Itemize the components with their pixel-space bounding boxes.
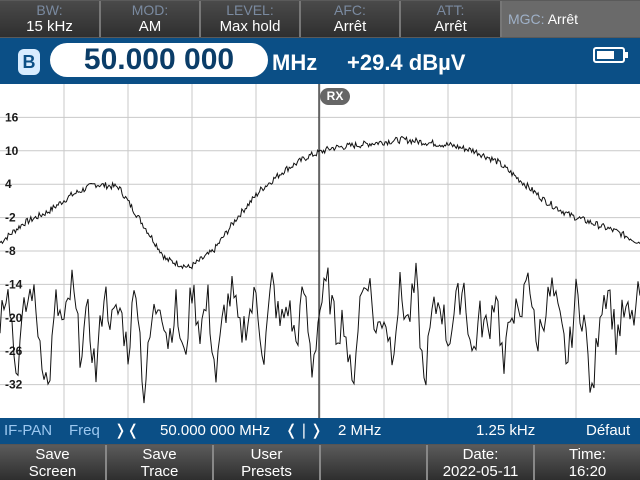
- mod-value: AM: [138, 18, 162, 35]
- y-tick-label: 16: [5, 110, 19, 124]
- bw-label: BW:: [36, 2, 63, 18]
- att-label: ATT:: [436, 2, 465, 18]
- softkey-bar: Save Screen Save Trace User Presets Date…: [0, 444, 640, 480]
- bw-setting[interactable]: BW: 15 kHz: [0, 1, 101, 37]
- att-setting[interactable]: ATT: Arrêt: [401, 1, 502, 37]
- center-frequency-icon: ❭❬: [114, 422, 140, 439]
- frequency-bar: B 50.000 000 MHz +29.4 dBµV: [0, 38, 640, 84]
- softkey-line2: 16:20: [568, 463, 607, 480]
- spectrum-plot[interactable]: 16 10 4 -2 -8 -14 -20 -26 -32 RX: [0, 84, 640, 418]
- info-bar: IF-PAN Freq ❭❬ 50.000 000 MHz ❬❘❭ 2 MHz …: [0, 418, 640, 444]
- mgc-value: Arrêt: [547, 11, 579, 27]
- softkey-line2: Presets: [241, 463, 292, 480]
- save-trace-button[interactable]: Save Trace: [107, 445, 214, 480]
- y-tick-label: -20: [5, 311, 23, 325]
- span-value: 2 MHz: [338, 422, 382, 439]
- y-tick-label: 10: [5, 144, 19, 158]
- param-label[interactable]: Freq: [69, 418, 100, 444]
- frequency-unit: MHz: [272, 50, 318, 75]
- battery-icon: [593, 47, 628, 63]
- save-screen-button[interactable]: Save Screen: [0, 445, 107, 480]
- y-tick-label: -2: [5, 211, 16, 225]
- level-value: Max hold: [219, 18, 281, 35]
- softkey-line1: User: [250, 446, 283, 463]
- level-readout: +29.4 dBµV: [347, 50, 466, 75]
- level-setting[interactable]: LEVEL: Max hold: [201, 1, 301, 37]
- center-frequency-value: 50.000 000 MHz: [160, 422, 271, 439]
- softkey-line1: Save: [35, 446, 70, 463]
- att-value: Arrêt: [434, 18, 467, 35]
- softkey-line2: 2022-05-11: [442, 463, 519, 480]
- empty-softkey[interactable]: [321, 445, 428, 480]
- span-icon: ❬❘❭: [285, 422, 323, 439]
- softkey-line2: Trace: [140, 463, 179, 480]
- mod-setting[interactable]: MOD: AM: [101, 1, 201, 37]
- channel-badge[interactable]: B: [18, 49, 40, 75]
- level-label: LEVEL:: [226, 2, 274, 18]
- y-tick-label: -8: [5, 244, 16, 258]
- user-presets-button[interactable]: User Presets: [214, 445, 321, 480]
- receiver-screen: BW: 15 kHz MOD: AM LEVEL: Max hold AFC: …: [0, 0, 640, 480]
- mgc-setting[interactable]: MGC: Arrêt: [502, 1, 640, 37]
- softkey-line1: Time:: [569, 446, 606, 463]
- softkey-line1: Date:: [462, 446, 499, 463]
- battery-fill: [597, 51, 614, 59]
- afc-label: AFC:: [334, 2, 366, 18]
- softkey-line1: Save: [142, 446, 177, 463]
- mod-label: MOD:: [131, 2, 169, 18]
- status-bar: BW: 15 kHz MOD: AM LEVEL: Max hold AFC: …: [0, 0, 640, 38]
- afc-value: Arrêt: [333, 18, 367, 35]
- mgc-label: MGC:: [508, 11, 545, 27]
- softkey-line2: Screen: [28, 463, 77, 480]
- y-tick-label: 4: [5, 177, 12, 191]
- spectrum-chart: 16104-2-8-14-20-26-32: [0, 84, 640, 418]
- date-softkey[interactable]: Date: 2022-05-11: [428, 445, 535, 480]
- step-value: 1.25 kHz: [476, 422, 536, 439]
- bw-value: 15 kHz: [26, 18, 73, 35]
- afc-setting[interactable]: AFC: Arrêt: [301, 1, 401, 37]
- mode-label[interactable]: IF-PAN: [4, 418, 52, 444]
- y-tick-label: -32: [5, 378, 23, 392]
- time-softkey[interactable]: Time: 16:20: [535, 445, 640, 480]
- preset-value: Défaut: [586, 422, 631, 439]
- frequency-input[interactable]: 50.000 000: [50, 43, 268, 77]
- rx-marker-badge[interactable]: RX: [320, 88, 350, 105]
